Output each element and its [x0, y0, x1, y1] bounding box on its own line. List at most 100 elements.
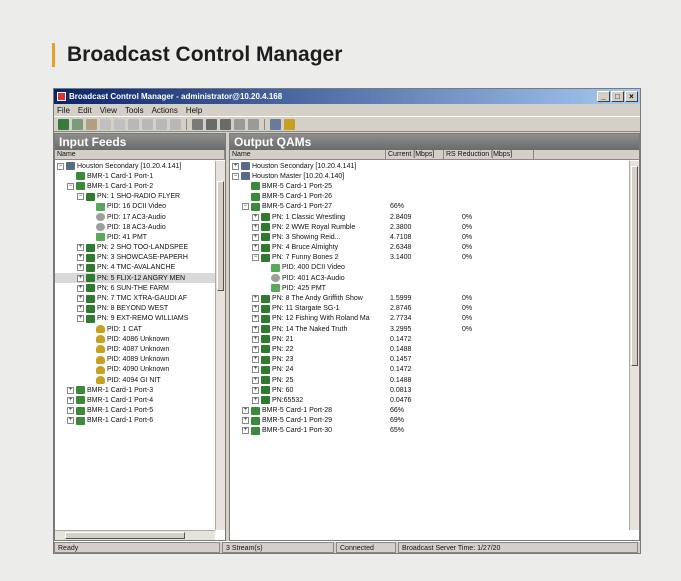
tree-row[interactable]: + PN: 3 SHOWCASE-PAPERH — [55, 253, 215, 263]
tree-row[interactable]: + PN: 3 Showing Reid... 4.7108 0% — [230, 232, 629, 242]
tree-row[interactable]: + PN: 22 0.1488 — [230, 344, 629, 354]
tree-row[interactable]: + BMR-1 Card-1 Port-4 — [55, 395, 215, 405]
tree-row[interactable]: PID: 16 DCII Video — [55, 202, 215, 212]
tree-row[interactable]: − PN: 7 Funny Bones 2 3.1400 0% — [230, 253, 629, 263]
channels-icon[interactable] — [234, 118, 245, 130]
expand-toggle-icon[interactable]: + — [252, 356, 259, 364]
expand-toggle-icon[interactable]: + — [77, 254, 84, 262]
tree-row[interactable]: + PN: 6 SUN-THE FARM — [55, 283, 215, 293]
expand-toggle-icon[interactable]: + — [77, 274, 84, 282]
column-current-mbps[interactable]: Current [Mbps] — [386, 150, 444, 159]
minimize-button[interactable]: _ — [597, 91, 610, 102]
tree-row[interactable]: PID: 400 DCII Video — [230, 263, 629, 273]
tree-row[interactable]: PID: 401 AC3-Audio — [230, 273, 629, 283]
expand-toggle-icon[interactable]: + — [77, 284, 84, 292]
tree-row[interactable]: + PN: 7 TMC XTRA-GAUDI AF — [55, 293, 215, 303]
tree-row[interactable]: + PN: 25 0.1488 — [230, 375, 629, 385]
tree-row[interactable]: + PN: 12 Fishing With Roland Ma 2.7734 0% — [230, 314, 629, 324]
tree-row[interactable]: + BMR-5 Card-1 Port-30 65% — [230, 426, 629, 436]
tree-row[interactable]: − BMR-1 Card-1 Port-2 — [55, 181, 215, 191]
horizontal-scrollbar[interactable] — [55, 530, 215, 540]
expand-toggle-icon[interactable]: + — [252, 386, 259, 394]
expand-toggle-icon[interactable]: + — [252, 366, 259, 374]
expand-toggle-icon[interactable]: + — [77, 305, 84, 313]
tree-row[interactable]: PID: 4094 GI NIT — [55, 375, 215, 385]
tree-row[interactable]: PID: 17 AC3-Audio — [55, 212, 215, 222]
tree-row[interactable]: BMR-1 Card-1 Port-1 — [55, 171, 215, 181]
tree-row[interactable]: + PN: 23 0.1457 — [230, 355, 629, 365]
expand-toggle-icon[interactable]: + — [242, 417, 249, 425]
tree-row[interactable]: PID: 4086 Unknown — [55, 334, 215, 344]
expand-toggle-icon[interactable]: + — [232, 162, 239, 170]
tree-row[interactable]: − Houston Master [10.20.4.140] — [230, 171, 629, 181]
grid-icon[interactable] — [206, 118, 217, 130]
tree-row[interactable]: + PN: 60 0.0813 — [230, 385, 629, 395]
tree-row[interactable]: + PN: 4 TMC-AVALANCHE — [55, 263, 215, 273]
expand-toggle-icon[interactable]: + — [77, 244, 84, 252]
vertical-scrollbar[interactable] — [215, 161, 225, 530]
expand-toggle-icon[interactable]: + — [252, 213, 259, 221]
tree-row[interactable]: + BMR-5 Card-1 Port-29 69% — [230, 416, 629, 426]
expand-toggle-icon[interactable]: + — [252, 223, 259, 231]
expand-toggle-icon[interactable]: + — [252, 233, 259, 241]
expand-toggle-icon[interactable]: + — [67, 417, 74, 425]
tree-row[interactable]: + PN: 11 Stargate SG-1 2.8746 0% — [230, 304, 629, 314]
expand-toggle-icon[interactable]: + — [77, 315, 84, 323]
expand-toggle-icon[interactable]: + — [252, 376, 259, 384]
tree-row[interactable]: + PN:65532 0.0476 — [230, 395, 629, 405]
close-button[interactable]: × — [625, 91, 638, 102]
expand-toggle-icon[interactable]: + — [252, 295, 259, 303]
expand-toggle-icon[interactable]: + — [252, 305, 259, 313]
tree-row[interactable]: + PN: 4 Bruce Almighty 2.6348 0% — [230, 243, 629, 253]
expand-toggle-icon[interactable]: + — [77, 295, 84, 303]
expand-toggle-icon[interactable]: + — [252, 325, 259, 333]
list-icon[interactable] — [220, 118, 231, 130]
tree-row[interactable]: PID: 4090 Unknown — [55, 365, 215, 375]
paste-icon[interactable] — [114, 118, 125, 130]
tree-row[interactable]: PID: 1 CAT — [55, 324, 215, 334]
expand-toggle-icon[interactable]: − — [57, 162, 64, 170]
menu-tools[interactable]: Tools — [125, 106, 144, 115]
tree-row[interactable]: + PN: 5 FLIX-12 ANGRY MEN — [55, 273, 215, 284]
tree-row[interactable]: + PN: 8 BEYOND WEST — [55, 304, 215, 314]
properties-icon[interactable] — [156, 118, 167, 130]
expand-toggle-icon[interactable]: + — [252, 345, 259, 353]
expand-toggle-icon[interactable]: + — [67, 386, 74, 394]
menu-file[interactable]: File — [57, 106, 70, 115]
tree-row[interactable]: − PN: 1 SHO-RADIO FLYER — [55, 192, 215, 202]
menu-actions[interactable]: Actions — [152, 106, 178, 115]
expand-toggle-icon[interactable]: + — [252, 244, 259, 252]
tree-row[interactable]: PID: 425 PMT — [230, 283, 629, 293]
menu-view[interactable]: View — [100, 106, 117, 115]
tree-row[interactable]: + Houston Secondary [10.20.4.141] — [230, 161, 629, 171]
expand-toggle-icon[interactable]: + — [252, 335, 259, 343]
help-icon[interactable] — [284, 118, 295, 130]
delete-icon[interactable] — [142, 118, 153, 130]
tree-row[interactable]: + PN: 1 Classic Wrestling 2.8409 0% — [230, 212, 629, 222]
copy-icon[interactable] — [100, 118, 111, 130]
expand-toggle-icon[interactable]: + — [252, 396, 259, 404]
expand-toggle-icon[interactable]: + — [77, 264, 84, 272]
tree-row[interactable]: PID: 18 AC3-Audio — [55, 222, 215, 232]
tree-row[interactable]: + PN: 14 The Naked Truth 3.2995 0% — [230, 324, 629, 334]
tree-row[interactable]: PID: 4089 Unknown — [55, 355, 215, 365]
menu-help[interactable]: Help — [186, 106, 202, 115]
restore-button[interactable]: □ — [611, 91, 624, 102]
tree-row[interactable]: + BMR-1 Card-1 Port-3 — [55, 385, 215, 395]
tree-row[interactable]: + PN: 21 0.1472 — [230, 334, 629, 344]
tree-row[interactable]: BMR-5 Card-1 Port-26 — [230, 192, 629, 202]
tree-row[interactable]: BMR-5 Card-1 Port-25 — [230, 181, 629, 191]
edit-icon[interactable] — [128, 118, 139, 130]
tree-row[interactable]: − Houston Secondary [10.20.4.141] — [55, 161, 215, 171]
map-icon[interactable] — [248, 118, 259, 130]
tree-icon[interactable] — [170, 118, 181, 130]
tree-row[interactable]: + PN: 2 WWE Royal Rumble 2.3800 0% — [230, 222, 629, 232]
connect-icon[interactable] — [72, 118, 83, 130]
tree-row[interactable]: + BMR-1 Card-1 Port-5 — [55, 406, 215, 416]
expand-toggle-icon[interactable]: + — [67, 407, 74, 415]
refresh-icon[interactable] — [270, 118, 281, 130]
expand-toggle-icon[interactable]: − — [252, 254, 259, 262]
expand-toggle-icon[interactable]: − — [77, 193, 84, 201]
tree-row[interactable]: − BMR-5 Card-1 Port-27 66% — [230, 202, 629, 212]
tree-row[interactable]: PID: 41 PMT — [55, 232, 215, 242]
